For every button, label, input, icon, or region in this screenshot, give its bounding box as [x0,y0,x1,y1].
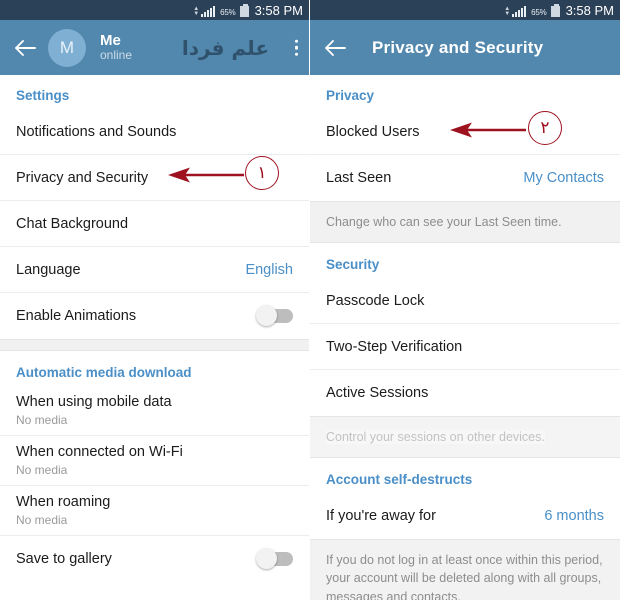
annotation-marker-2: ۲ [528,111,562,145]
settings-list: Settings Notifications and Sounds Privac… [0,75,309,582]
right-phone-screenshot: ▲ ▼ 65% 3:58 PM Privacy and Security Priv… [310,0,620,600]
section-header-automatic-media-download: Automatic media download [16,365,192,380]
back-arrow-icon[interactable] [320,33,350,63]
list-item-value: English [245,261,293,278]
status-bar-right: ▲ ▼ 65% 3:58 PM [310,0,620,20]
list-item-sublabel: No media [16,463,68,477]
list-item-label: Privacy and Security [16,169,149,186]
data-transfer-icon: ▲ ▼ [504,5,510,17]
online-status: online [100,48,133,63]
section-divider [0,339,309,351]
left-phone-screenshot: ▲ ▼ 65% 3:58 PM M Me online علم فردا Sett… [0,0,310,600]
list-item-last-seen[interactable]: Last Seen My Contacts [310,155,620,201]
list-item-enable-animations[interactable]: Enable Animations [0,293,309,339]
list-item-value: My Contacts [523,170,604,186]
dual-screenshot-container: ▲ ▼ 65% 3:58 PM M Me online علم فردا Sett… [0,0,620,600]
status-bar-clock: 3:58 PM [254,2,303,18]
list-item-label: Enable Animations [16,308,137,324]
back-arrow-icon[interactable] [10,33,40,63]
battery-icon [239,3,249,17]
list-item-blocked-users[interactable]: Blocked Users [310,109,620,155]
signal-bars-icon [201,5,216,17]
list-item-label: Notifications and Sounds [16,123,177,140]
section-header-privacy: Privacy [326,88,375,103]
list-item-when-using-mobile-data[interactable]: When using mobile data No media [0,386,309,436]
list-item-label: Chat Background [16,215,129,232]
list-item-sublabel: No media [16,413,68,427]
list-item-two-step-verification[interactable]: Two-Step Verification [310,324,620,371]
list-item-label: Passcode Lock [326,292,425,309]
privacy-security-list: Privacy Blocked Users Last Seen My Conta… [310,75,620,600]
section-header-account-self-destructs: Account self-destructs [326,472,473,488]
hint-band-active-sessions: Control your sessions on other devices. [310,416,620,459]
hint-band-self-destruct: If you do not log in at least once withi… [310,539,620,600]
list-item-label: Active Sessions [326,385,429,402]
list-item-label: If you're away for [326,508,436,525]
page-title: Me [100,31,121,49]
page-title: Privacy and Security [372,37,544,57]
list-item-passcode-lock[interactable]: Passcode Lock [310,278,620,325]
list-item-if-youre-away-for[interactable]: If you're away for 6 months [310,493,620,539]
list-item-label: When using mobile data [16,394,172,410]
annotation-marker-1: ۱ [245,156,279,190]
list-item-when-connected-on-wifi[interactable]: When connected on Wi-Fi No media [0,436,309,486]
list-item-save-to-gallery[interactable]: Save to gallery [0,536,309,582]
watermark-text: علم فردا [181,35,269,60]
list-item-label: When roaming [16,494,111,510]
toggle-knob [256,305,277,326]
toggle-knob [256,548,277,569]
list-item-value: 6 months [544,508,604,525]
list-item-label: Two-Step Verification [326,338,463,355]
list-item-label: Language [16,261,81,278]
list-item-notifications-and-sounds[interactable]: Notifications and Sounds [0,109,309,155]
status-bar-icons-left: ▲ ▼ 65% [193,3,249,17]
enable-animations-toggle[interactable] [256,305,293,326]
battery-icon [550,3,560,17]
list-item-when-roaming[interactable]: When roaming No media [0,486,309,536]
app-bar-left: M Me online علم فردا [0,20,309,75]
list-item-active-sessions[interactable]: Active Sessions [310,370,620,416]
battery-percent-label: 65% [220,7,236,17]
signal-bars-icon [512,5,527,17]
hint-text: Control your sessions on other devices. [326,430,545,445]
list-item-chat-background[interactable]: Chat Background [0,201,309,247]
status-bar-clock: 3:58 PM [565,2,614,18]
hint-text: If you do not log in at least once withi… [326,553,603,600]
section-header-settings: Settings [16,88,70,103]
list-item-sublabel: No media [16,513,68,527]
status-bar-left: ▲ ▼ 65% 3:58 PM [0,0,309,20]
avatar[interactable]: M [48,28,86,67]
hint-text: Change who can see your Last Seen time. [326,215,562,229]
data-transfer-icon: ▲ ▼ [193,5,199,17]
section-header-security: Security [326,257,380,273]
save-to-gallery-toggle[interactable] [256,548,293,569]
overflow-menu-icon[interactable] [294,39,298,56]
list-item-label: Last Seen [326,170,392,186]
hint-band-last-seen: Change who can see your Last Seen time. [310,201,620,244]
list-item-label: When connected on Wi-Fi [16,444,183,460]
status-bar-icons-right: ▲ ▼ 65% [504,3,560,17]
battery-percent-label: 65% [531,7,547,17]
app-bar-right: Privacy and Security [310,20,620,75]
list-item-label: Save to gallery [16,551,112,567]
list-item-language[interactable]: Language English [0,247,309,293]
app-bar-title-block: Me online [100,31,133,63]
list-item-label: Blocked Users [326,123,420,140]
